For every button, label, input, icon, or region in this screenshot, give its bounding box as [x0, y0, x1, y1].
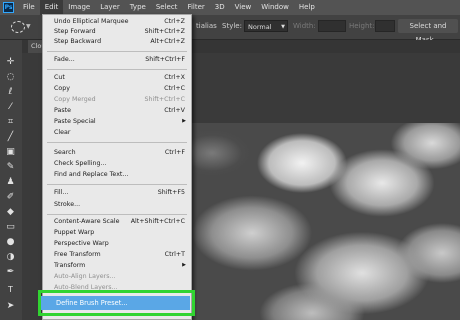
menu-file[interactable]: File — [18, 0, 40, 15]
menu-edit[interactable]: Edit — [39, 0, 64, 15]
submenu-arrow-icon: ▶ — [182, 118, 186, 124]
tools-panel: ✛ ◌ ℓ ⁄ ⌗ ╱ ▣ ✎ ♟ ✐ ◆ ▭ ● ◑ ✒ T ➤ — [0, 40, 23, 320]
width-label: Width: — [293, 22, 316, 30]
menu-item-auto-align-layers[interactable]: Auto-Align Layers... — [43, 272, 191, 281]
history-brush-tool-icon[interactable]: ✐ — [4, 192, 17, 203]
pen-tool-icon[interactable]: ✒ — [4, 267, 17, 278]
elliptical-marquee-icon[interactable] — [11, 21, 25, 33]
cloud-photo[interactable] — [192, 123, 460, 320]
menu-item-cut[interactable]: Cut Ctrl+X — [43, 73, 191, 82]
type-tool-icon[interactable]: T — [4, 284, 17, 295]
menu-image[interactable]: Image — [63, 0, 95, 15]
menu-item-paste-special[interactable]: Paste Special ▶ — [43, 117, 191, 126]
menu-item-copy[interactable]: Copy Ctrl+C — [43, 84, 191, 93]
style-select[interactable]: Normal ▼ — [244, 20, 288, 32]
menu-item-undo[interactable]: Undo Elliptical Marquee Ctrl+Z — [43, 17, 191, 26]
menu-separator — [47, 214, 187, 215]
menu-select[interactable]: Select — [151, 0, 183, 15]
photoshop-logo: Ps — [3, 2, 14, 13]
gradient-tool-icon[interactable]: ▭ — [4, 222, 17, 233]
menu-item-find-replace[interactable]: Find and Replace Text... — [43, 170, 191, 179]
menu-item-stroke[interactable]: Stroke... — [43, 200, 191, 209]
lasso-tool-icon[interactable]: ℓ — [4, 87, 17, 98]
chevron-down-icon: ▼ — [281, 24, 285, 30]
menu-layer[interactable]: Layer — [95, 0, 125, 15]
menu-filter[interactable]: Filter — [182, 0, 209, 15]
highlight-callout-box — [38, 290, 195, 316]
menu-item-perspective-warp[interactable]: Perspective Warp — [43, 239, 191, 248]
style-value: Normal — [248, 23, 272, 31]
menu-separator — [47, 51, 187, 52]
marquee-tool-icon[interactable]: ◌ — [4, 72, 17, 83]
menu-item-free-transform[interactable]: Free Transform Ctrl+T — [43, 250, 191, 259]
menu-window[interactable]: Window — [256, 0, 294, 15]
menu-item-transform[interactable]: Transform ▶ — [43, 261, 191, 270]
brush-tool-icon[interactable]: ✎ — [4, 162, 17, 173]
menu-item-clear[interactable]: Clear — [43, 128, 191, 137]
menu-type[interactable]: Type — [125, 0, 151, 15]
height-field[interactable] — [375, 20, 395, 32]
crop-tool-icon[interactable]: ⌗ — [4, 117, 17, 128]
menu-item-paste[interactable]: Paste Ctrl+V — [43, 106, 191, 115]
menu-separator — [47, 69, 187, 70]
menu-item-puppet-warp[interactable]: Puppet Warp — [43, 228, 191, 237]
menu-item-fill[interactable]: Fill... Shift+F5 — [43, 188, 191, 197]
menu-separator — [47, 142, 187, 143]
menu-view[interactable]: View — [230, 0, 257, 15]
menu-separator — [47, 184, 187, 185]
eraser-tool-icon[interactable]: ◆ — [4, 207, 17, 218]
menu-item-check-spelling[interactable]: Check Spelling... — [43, 159, 191, 168]
blur-tool-icon[interactable]: ● — [4, 237, 17, 248]
menu-item-content-aware-scale[interactable]: Content-Aware Scale Alt+Shift+Ctrl+C — [43, 217, 191, 226]
clone-stamp-tool-icon[interactable]: ♟ — [4, 177, 17, 188]
menu-item-fade[interactable]: Fade... Shift+Ctrl+F — [43, 55, 191, 64]
menu-item-step-backward[interactable]: Step Backward Alt+Ctrl+Z — [43, 37, 191, 46]
menu-bar: Ps File Edit Image Layer Type Select Fil… — [0, 0, 460, 15]
menu-item-step-forward[interactable]: Step Forward Shift+Ctrl+Z — [43, 27, 191, 36]
width-field[interactable] — [318, 20, 346, 32]
submenu-arrow-icon: ▶ — [182, 262, 186, 268]
anti-alias-label[interactable]: tialias — [196, 22, 217, 30]
dodge-tool-icon[interactable]: ◑ — [4, 252, 17, 263]
move-tool-icon[interactable]: ✛ — [4, 57, 17, 68]
menu-3d[interactable]: 3D — [210, 0, 230, 15]
select-and-mask-button[interactable]: Select and Mask... — [398, 19, 458, 44]
eyedropper-tool-icon[interactable]: ╱ — [4, 132, 17, 143]
menu-item-copy-merged[interactable]: Copy Merged Shift+Ctrl+C — [43, 95, 191, 104]
menu-item-search[interactable]: Search Ctrl+F — [43, 148, 191, 157]
style-label: Style: — [222, 22, 242, 30]
menu-help[interactable]: Help — [294, 0, 320, 15]
chevron-down-icon[interactable]: ▼ — [26, 23, 31, 30]
magic-wand-tool-icon[interactable]: ⁄ — [4, 102, 17, 113]
height-label: Height: — [349, 22, 375, 30]
healing-brush-tool-icon[interactable]: ▣ — [4, 147, 17, 158]
edit-menu-dropdown: Undo Elliptical Marquee Ctrl+Z Step Forw… — [42, 14, 192, 320]
path-selection-tool-icon[interactable]: ➤ — [4, 301, 17, 312]
